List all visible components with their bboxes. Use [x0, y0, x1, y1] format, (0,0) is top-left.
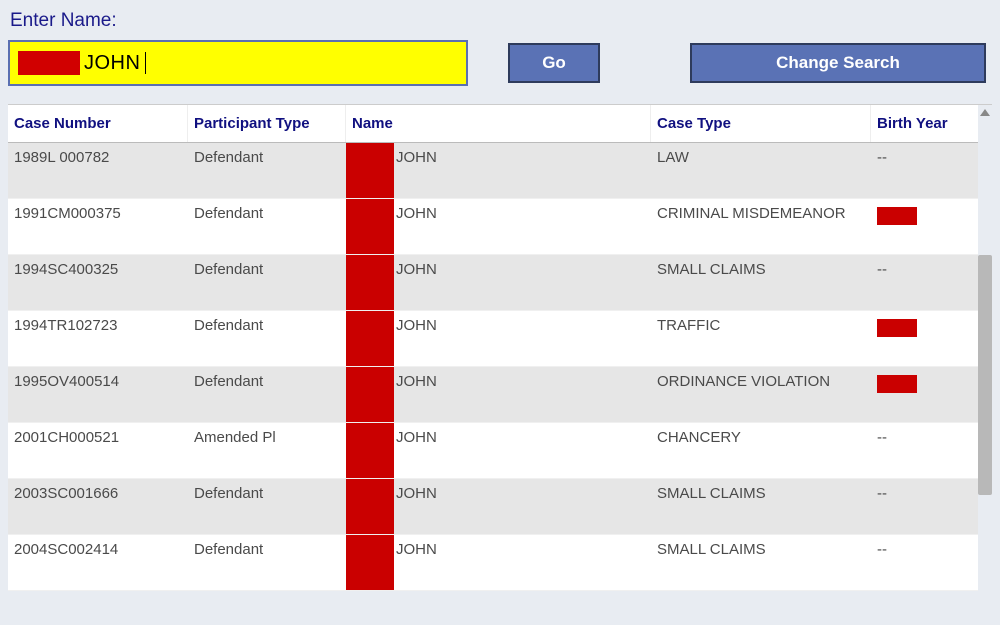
- col-birth-year[interactable]: Birth Year: [871, 105, 971, 142]
- redacted-surname: [346, 311, 394, 366]
- go-button[interactable]: Go: [508, 43, 600, 83]
- table-row[interactable]: 1989L 000782Defendant JOHN LAW--: [8, 143, 978, 199]
- cell-birth-year: --: [871, 535, 971, 590]
- cell-case-number: 1994SC400325: [8, 255, 188, 310]
- table-body: 1989L 000782DefendantJOHNLAW--1991CM0003…: [8, 143, 978, 591]
- table-row[interactable]: 1994TR102723Defendant JOHN TRAFFIC: [8, 311, 978, 367]
- cell-case-type: SMALL CLAIMS: [651, 479, 871, 534]
- redacted-surname: [346, 367, 394, 422]
- cell-name-text: JOHN: [394, 311, 437, 334]
- cell-case-type: SMALL CLAIMS: [651, 535, 871, 590]
- cell-birth-year: --: [871, 479, 971, 534]
- cell-name-text: JOHN: [394, 143, 437, 166]
- cell-name: JOHN: [346, 423, 651, 478]
- cell-case-number: 1989L 000782: [8, 143, 188, 198]
- cell-participant-type: Defendant: [188, 143, 346, 198]
- search-row: JOHN Go Change Search: [8, 40, 992, 86]
- results-table: Case Number Participant Type Name Case T…: [8, 105, 978, 591]
- scrollbar[interactable]: [978, 105, 992, 585]
- results-wrap: Case Number Participant Type Name Case T…: [8, 104, 992, 591]
- redacted-surname: [346, 199, 394, 254]
- col-case-type[interactable]: Case Type: [651, 105, 871, 142]
- redacted-birth-year: [877, 207, 917, 225]
- cell-case-type: ORDINANCE VIOLATION: [651, 367, 871, 422]
- cell-case-type: CRIMINAL MISDEMEANOR: [651, 199, 871, 254]
- cell-name: JOHN: [346, 143, 651, 198]
- search-label: Enter Name:: [10, 10, 992, 32]
- cell-birth-year: --: [871, 255, 971, 310]
- cell-participant-type: Defendant: [188, 479, 346, 534]
- cell-case-type: CHANCERY: [651, 423, 871, 478]
- scroll-up-icon[interactable]: [980, 109, 990, 116]
- scroll-thumb[interactable]: [978, 255, 992, 495]
- cell-participant-type: Defendant: [188, 367, 346, 422]
- cell-name-text: JOHN: [394, 535, 437, 558]
- redacted-surname: [346, 535, 394, 590]
- cell-name: JOHN: [346, 367, 651, 422]
- cell-case-number: 2004SC002414: [8, 535, 188, 590]
- cell-name: JOHN: [346, 535, 651, 590]
- table-row[interactable]: 2004SC002414Defendant JOHN SMALL CLAIMS--: [8, 535, 978, 591]
- cell-case-number: 1991CM000375: [8, 199, 188, 254]
- cell-participant-type: Defendant: [188, 255, 346, 310]
- text-caret: [145, 52, 146, 74]
- cell-birth-year: [871, 367, 971, 422]
- cell-case-number: 2001CH000521: [8, 423, 188, 478]
- redacted-surname: [346, 479, 394, 534]
- cell-participant-type: Defendant: [188, 535, 346, 590]
- col-participant-type[interactable]: Participant Type: [188, 105, 346, 142]
- cell-participant-type: Amended Pl: [188, 423, 346, 478]
- cell-case-number: 1995OV400514: [8, 367, 188, 422]
- cell-name-text: JOHN: [394, 255, 437, 278]
- cell-name: JOHN: [346, 311, 651, 366]
- cell-case-number: 2003SC001666: [8, 479, 188, 534]
- table-header: Case Number Participant Type Name Case T…: [8, 105, 978, 143]
- name-input[interactable]: JOHN: [8, 40, 468, 86]
- cell-participant-type: Defendant: [188, 199, 346, 254]
- table-row[interactable]: 1991CM000375Defendant JOHN CRIMINAL MISDEM…: [8, 199, 978, 255]
- redacted-surname: [346, 423, 394, 478]
- cell-name: JOHN: [346, 255, 651, 310]
- change-search-button[interactable]: Change Search: [690, 43, 986, 83]
- redacted-input-prefix: [18, 51, 80, 75]
- cell-name-text: JOHN: [394, 367, 437, 390]
- cell-birth-year: --: [871, 143, 971, 198]
- cell-participant-type: Defendant: [188, 311, 346, 366]
- redacted-surname: [346, 143, 394, 198]
- cell-name-text: JOHN: [394, 423, 437, 446]
- cell-case-type: SMALL CLAIMS: [651, 255, 871, 310]
- table-row[interactable]: 1994SC400325Defendant JOHN SMALL CLAIMS--: [8, 255, 978, 311]
- redacted-birth-year: [877, 319, 917, 337]
- cell-name: JOHN: [346, 479, 651, 534]
- cell-birth-year: --: [871, 423, 971, 478]
- cell-birth-year: [871, 199, 971, 254]
- table-row[interactable]: 2001CH000521Amended Pl JOHN CHANCERY--: [8, 423, 978, 479]
- table-row[interactable]: 2003SC001666Defendant JOHN SMALL CLAIMS--: [8, 479, 978, 535]
- cell-name-text: JOHN: [394, 199, 437, 222]
- redacted-surname: [346, 255, 394, 310]
- redacted-birth-year: [877, 375, 917, 393]
- cell-case-number: 1994TR102723: [8, 311, 188, 366]
- name-input-value: JOHN: [84, 52, 140, 75]
- cell-case-type: LAW: [651, 143, 871, 198]
- cell-birth-year: [871, 311, 971, 366]
- col-name[interactable]: Name: [346, 105, 651, 142]
- cell-case-type: TRAFFIC: [651, 311, 871, 366]
- cell-name-text: JOHN: [394, 479, 437, 502]
- cell-name: JOHN: [346, 199, 651, 254]
- col-case-number[interactable]: Case Number: [8, 105, 188, 142]
- table-row[interactable]: 1995OV400514Defendant JOHN ORDINANCE VIOLA…: [8, 367, 978, 423]
